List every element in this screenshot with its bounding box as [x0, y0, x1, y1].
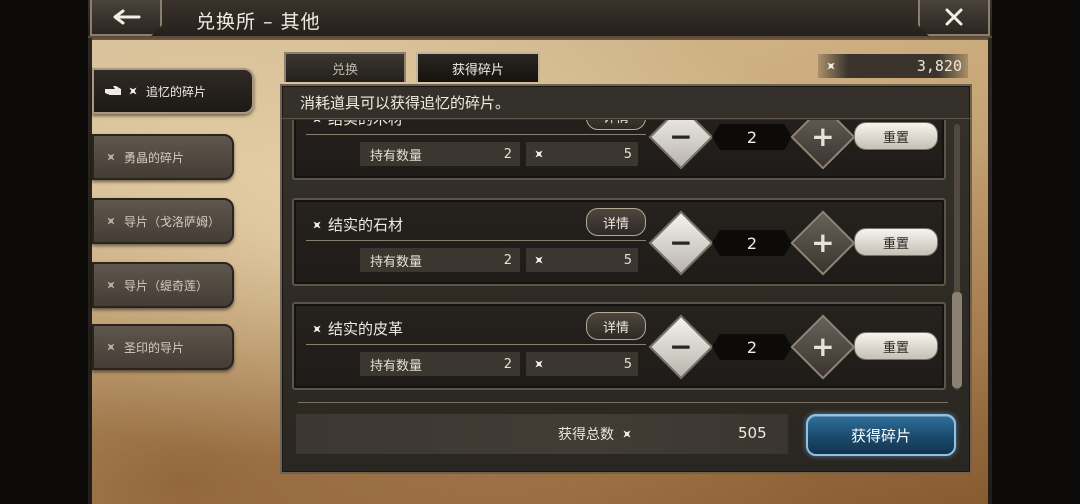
decrease-button[interactable]: −: [648, 120, 714, 170]
fragment-diamond-icon: [620, 427, 634, 441]
fragment-diamond-icon: [824, 59, 838, 73]
fragment-diamond-icon: [532, 147, 546, 161]
currency-amount: 3,820: [916, 57, 962, 75]
divider: [306, 134, 646, 135]
reset-button[interactable]: 重置: [854, 332, 938, 360]
tab-exchange[interactable]: 兑换: [284, 52, 406, 82]
fragment-diamond-icon: [104, 214, 118, 228]
fragment-diamond-icon: [104, 150, 118, 164]
decrease-button[interactable]: −: [648, 210, 714, 276]
hold-label: 持有数量: [370, 148, 423, 164]
total-box: 获得总数: [296, 414, 788, 454]
arrow-left-icon: [113, 9, 141, 25]
item-name: 结实的石材: [310, 214, 403, 235]
hold-count: 2: [503, 146, 512, 162]
item-name-label: 结实的皮革: [328, 320, 404, 338]
fragment-diamond-icon: [310, 218, 324, 232]
sidebar-item-guide-gorosam[interactable]: 导片（戈洛萨姆）: [92, 198, 234, 244]
divider: [282, 118, 970, 119]
increase-button[interactable]: +: [790, 210, 856, 276]
item-list[interactable]: 结实的木材 详情 持有数量 2 5 − 2 + 重置 结实的石材 详情 持有数量…: [288, 120, 952, 396]
sidebar-item-label: 勇晶的碎片: [124, 150, 185, 165]
cost-value: 5: [623, 146, 632, 162]
increase-button[interactable]: +: [790, 120, 856, 170]
currency-display: 3,820: [818, 54, 968, 78]
fragment-diamond-icon: [532, 357, 546, 371]
sidebar-item-label: 导片（缇奇莲）: [124, 278, 209, 293]
detail-button[interactable]: 详情: [586, 208, 646, 236]
page-title: 兑换所 – 其他: [196, 11, 321, 33]
cost-box: 5: [526, 352, 638, 376]
minus-icon: −: [669, 120, 693, 153]
hold-count: 2: [503, 252, 512, 268]
close-icon: [945, 8, 963, 26]
fragment-diamond-icon: [104, 278, 118, 292]
minus-icon: −: [669, 330, 693, 363]
decrease-button[interactable]: −: [648, 314, 714, 380]
item-name-label: 结实的木材: [328, 120, 403, 129]
plus-icon: +: [811, 226, 835, 259]
plus-icon: +: [811, 330, 835, 363]
hold-count-box: 持有数量 2: [360, 352, 520, 376]
sidebar-item-label: 导片（戈洛萨姆）: [124, 214, 221, 229]
scrollbar-thumb[interactable]: [952, 292, 962, 388]
sidebar-item-label: 圣印的导片: [124, 340, 185, 355]
detail-button[interactable]: 详情: [586, 312, 646, 340]
increase-button[interactable]: +: [790, 314, 856, 380]
sidebar-item-guide-tikilian[interactable]: 导片（缇奇莲）: [92, 262, 234, 308]
total-label: 获得总数: [558, 427, 614, 443]
cost-value: 5: [623, 252, 632, 268]
hold-label: 持有数量: [370, 254, 423, 270]
hold-count-box: 持有数量 2: [360, 248, 520, 272]
cost-box: 5: [526, 248, 638, 272]
sidebar-item-label: 追忆的碎片: [146, 84, 207, 99]
list-item: 结实的皮革 详情 持有数量 2 5 − 2 + 重置: [292, 302, 946, 390]
close-button[interactable]: [918, 0, 990, 36]
hold-count: 2: [503, 356, 512, 372]
detail-button[interactable]: 详情: [586, 120, 646, 130]
reset-button[interactable]: 重置: [854, 228, 938, 256]
obtain-fragments-button[interactable]: 获得碎片: [806, 414, 956, 456]
sidebar-item-seal-guide[interactable]: 圣印的导片: [92, 324, 234, 370]
fragment-diamond-icon: [126, 84, 140, 98]
divider: [306, 344, 646, 345]
total-value: 505: [738, 424, 767, 442]
minus-icon: −: [669, 226, 693, 259]
list-item: 结实的石材 详情 持有数量 2 5 − 2 + 重置: [292, 198, 946, 286]
fragment-diamond-icon: [104, 340, 118, 354]
quantity-value: 2: [712, 124, 792, 150]
description-text: 消耗道具可以获得追忆的碎片。: [300, 94, 511, 112]
quantity-value: 2: [712, 230, 792, 256]
hold-count-box: 持有数量 2: [360, 142, 520, 166]
pointing-hand-icon: [105, 86, 121, 95]
cost-box: 5: [526, 142, 638, 166]
item-name: 结实的皮革: [310, 318, 403, 339]
list-item: 结实的木材 详情 持有数量 2 5 − 2 + 重置: [292, 120, 946, 180]
divider: [306, 240, 646, 241]
cost-value: 5: [623, 356, 632, 372]
fragment-diamond-icon: [310, 120, 324, 126]
hold-label: 持有数量: [370, 358, 423, 374]
reset-button[interactable]: 重置: [854, 122, 938, 150]
fragment-diamond-icon: [532, 253, 546, 267]
item-name-label: 结实的石材: [328, 216, 404, 234]
quantity-value: 2: [712, 334, 792, 360]
sidebar-item-memory-fragment[interactable]: 追忆的碎片: [92, 68, 254, 114]
plus-icon: +: [811, 120, 835, 153]
divider: [298, 402, 948, 403]
fragment-diamond-icon: [310, 322, 324, 336]
tab-obtain-fragments[interactable]: 获得碎片: [416, 52, 540, 82]
back-button[interactable]: [90, 0, 162, 36]
item-name: 结实的木材: [310, 120, 403, 129]
sidebar-item-brave-crystal-fragment[interactable]: 勇晶的碎片: [92, 134, 234, 180]
